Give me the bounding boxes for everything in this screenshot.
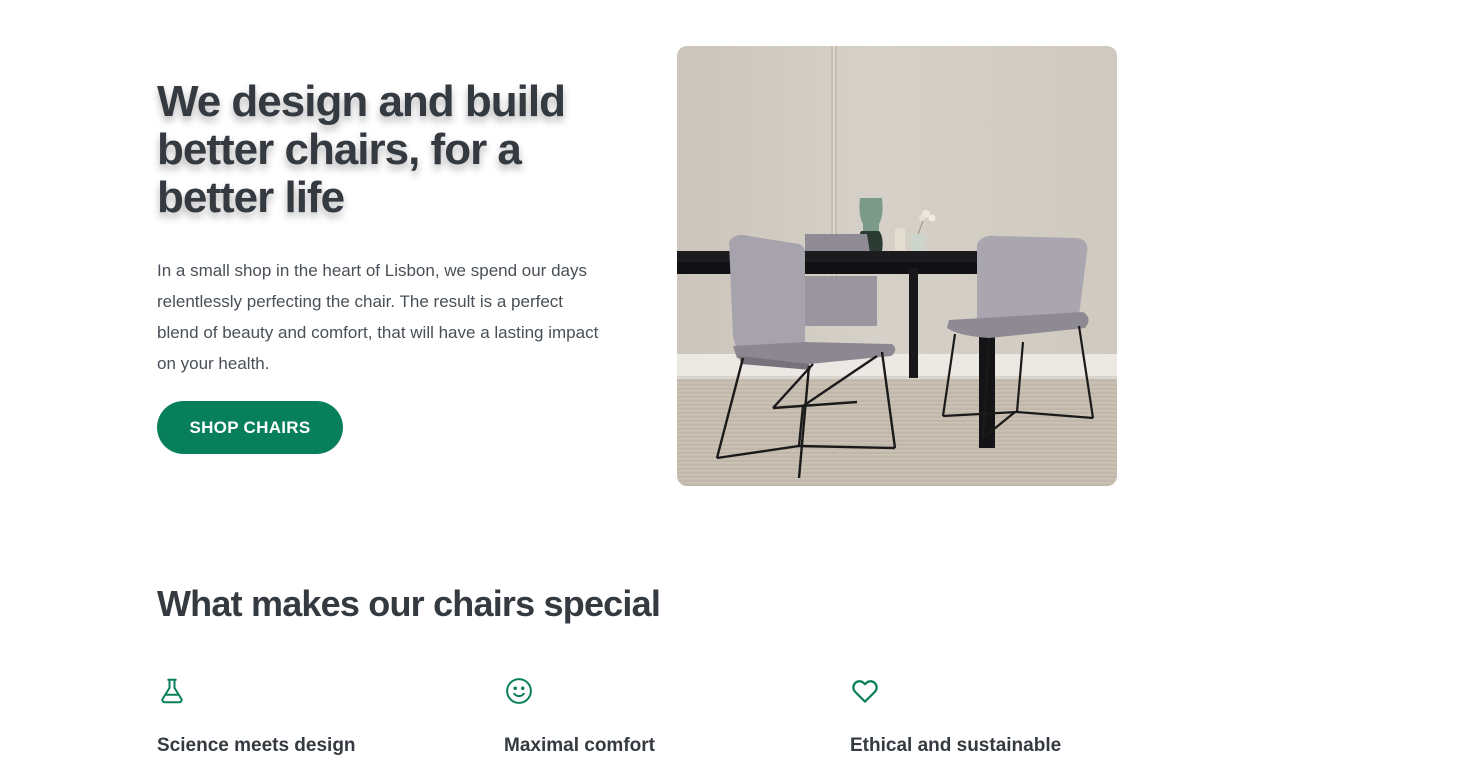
feature-title: Ethical and sustainable bbox=[850, 735, 1062, 756]
smiley-icon bbox=[506, 678, 532, 704]
feature-item: Maximal comfort bbox=[504, 676, 824, 756]
dining-room-photo bbox=[677, 46, 1117, 486]
page: We design and build better chairs, for a… bbox=[0, 0, 1473, 779]
feature-item: Ethical and sustainable bbox=[850, 676, 1170, 756]
flask-icon bbox=[161, 678, 183, 704]
hero-image bbox=[677, 46, 1117, 486]
features-title: What makes our chairs special bbox=[157, 583, 661, 624]
shop-chairs-button[interactable]: SHOP CHAIRS bbox=[157, 401, 343, 454]
heart-icon bbox=[852, 680, 878, 703]
feature-item: Science meets design bbox=[157, 676, 477, 756]
feature-title: Maximal comfort bbox=[504, 735, 655, 756]
feature-title: Science meets design bbox=[157, 735, 356, 756]
hero-description: In a small shop in the heart of Lisbon, … bbox=[157, 261, 599, 373]
hero-title: We design and build better chairs, for a… bbox=[157, 77, 566, 222]
